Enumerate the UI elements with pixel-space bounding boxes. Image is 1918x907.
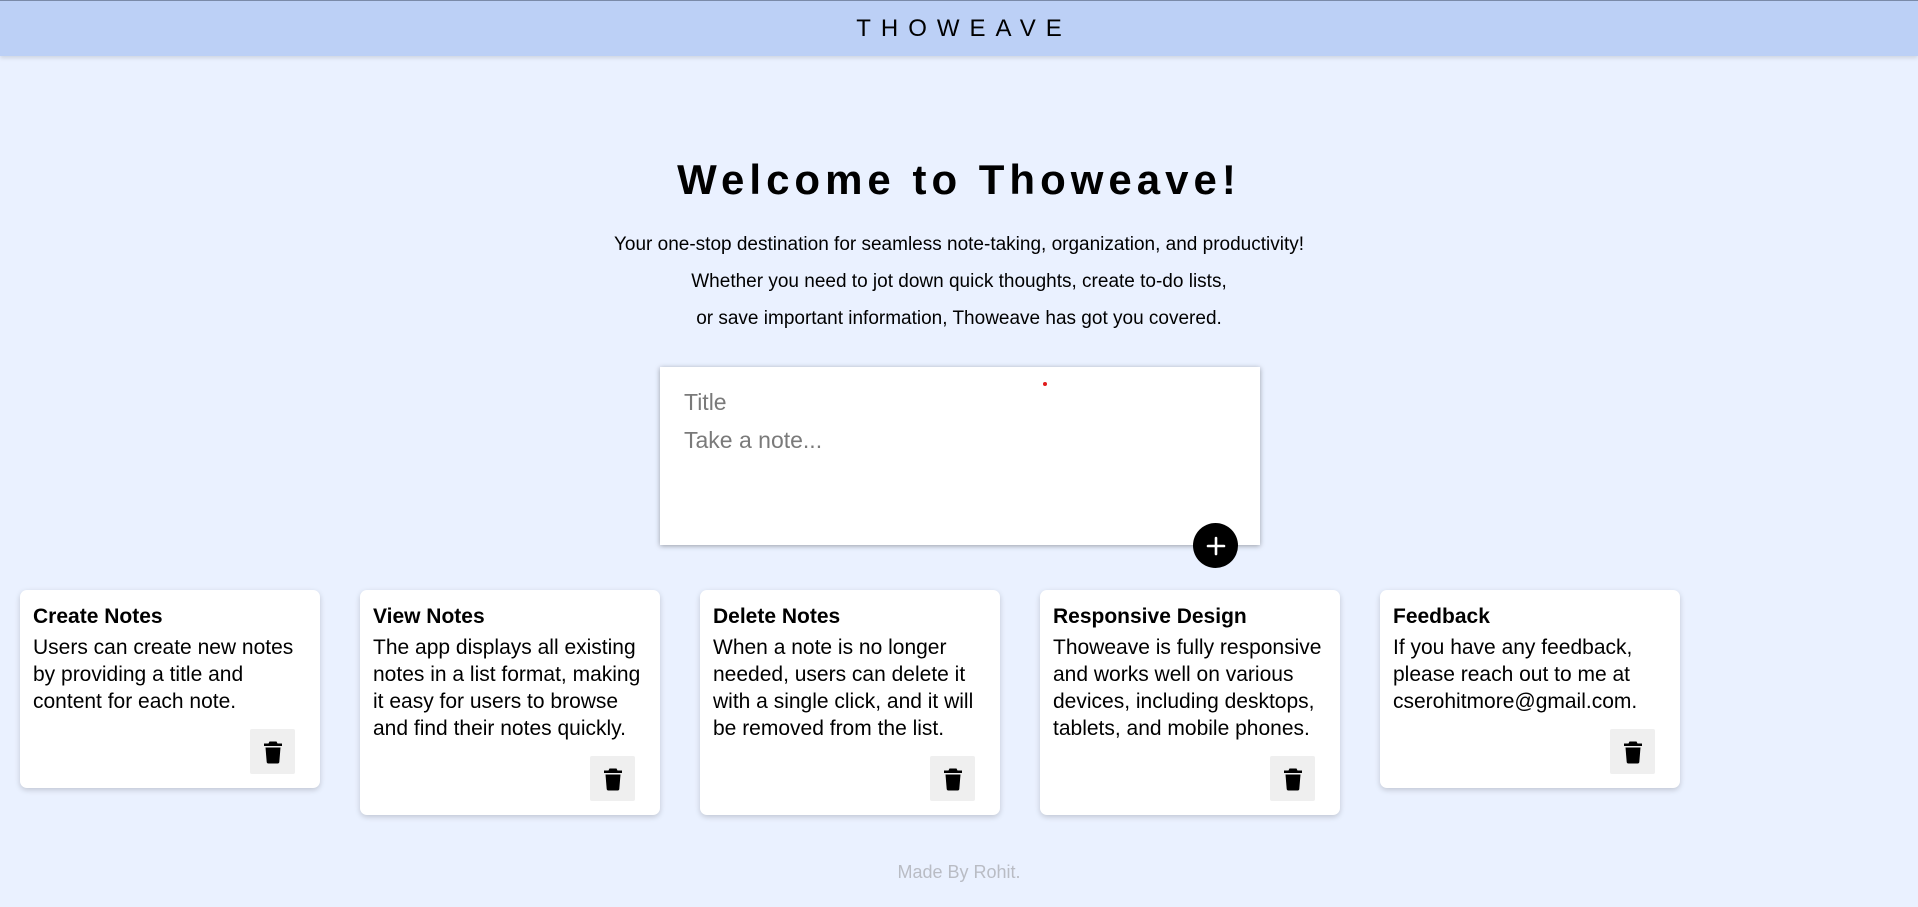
note-composer (660, 367, 1260, 545)
note-actions (1393, 729, 1667, 774)
note-content: If you have any feedback, please reach o… (1393, 636, 1638, 713)
note-title-input[interactable] (684, 387, 1236, 417)
trash-icon (263, 741, 282, 763)
trash-icon (1623, 741, 1642, 763)
delete-note-button[interactable] (1270, 756, 1315, 801)
hero-section: Welcome to Thoweave! Your one-stop desti… (0, 150, 1918, 337)
note-content: The app displays all existing notes in a… (373, 636, 641, 740)
note-card: Delete Notes When a note is no longer ne… (700, 590, 1000, 815)
plus-icon (1206, 536, 1225, 555)
hero-line-2: Whether you need to jot down quick thoug… (691, 271, 1227, 292)
brand-logo-text: THOWEAVE (856, 14, 1072, 42)
trash-icon (943, 768, 962, 790)
note-actions (1053, 756, 1327, 801)
pointer-dot (1043, 382, 1047, 386)
trash-icon (603, 768, 622, 790)
hero-description: Your one-stop destination for seamless n… (0, 226, 1918, 337)
note-title: Create Notes (33, 605, 163, 628)
note-actions (33, 729, 307, 774)
note-content: Users can create new notes by providing … (33, 636, 294, 713)
delete-note-button[interactable] (930, 756, 975, 801)
note-content: Thoweave is fully responsive and works w… (1053, 636, 1322, 740)
hero-line-1: Your one-stop destination for seamless n… (613, 234, 1305, 255)
delete-note-button[interactable] (590, 756, 635, 801)
note-title: Delete Notes (713, 605, 841, 628)
note-card: View Notes The app displays all existing… (360, 590, 660, 815)
hero-line-3: or save important information, Thoweave … (696, 308, 1222, 329)
note-actions (373, 756, 647, 801)
note-title: Feedback (1393, 605, 1490, 628)
note-actions (713, 756, 987, 801)
delete-note-button[interactable] (250, 729, 295, 774)
note-card: Create Notes Users can create new notes … (20, 590, 320, 788)
footer-credit: Made By Rohit. (897, 862, 1021, 882)
note-content-input[interactable] (684, 427, 1236, 507)
page-title: Welcome to Thoweave! (677, 156, 1241, 203)
note-title: Responsive Design (1053, 605, 1247, 628)
app-header: THOWEAVE (0, 0, 1918, 56)
note-content: When a note is no longer needed, users c… (713, 636, 974, 740)
note-card: Responsive Design Thoweave is fully resp… (1040, 590, 1340, 815)
note-card: Feedback If you have any feedback, pleas… (1380, 590, 1680, 788)
add-note-button[interactable] (1193, 523, 1238, 568)
trash-icon (1283, 768, 1302, 790)
note-title: View Notes (373, 605, 485, 628)
delete-note-button[interactable] (1610, 729, 1655, 774)
